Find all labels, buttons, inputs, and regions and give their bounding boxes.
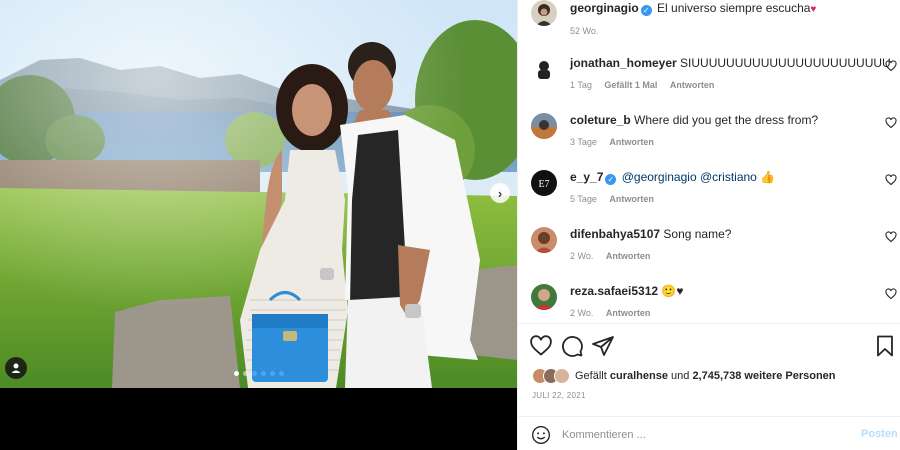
caption-timestamp[interactable]: 52 Wo. [570,26,598,36]
thumbs-up-icon: 👍 [760,170,776,184]
caption-text: georginagio ✓ El universo siempre escucha… [570,1,880,17]
comment-like-heart-icon[interactable] [885,288,897,300]
reply-button[interactable]: Antworten [606,251,651,261]
reply-button[interactable]: Antworten [609,194,654,204]
comment-timestamp[interactable]: 1 Tag [570,80,592,90]
comment-username[interactable]: jonathan_homeyer [570,56,677,70]
caption-body: El universo siempre escucha [657,1,811,15]
post-action-bar [518,323,900,367]
comments-panel: georginagio ✓ El universo siempre escucha… [517,0,900,450]
reply-button[interactable]: Antworten [670,80,715,90]
heart-icon[interactable] [529,334,553,358]
commenter-avatar[interactable] [531,56,557,82]
comment-like-heart-icon[interactable] [885,60,897,72]
comment-username[interactable]: difenbahya5107 [570,227,660,241]
commenter-avatar[interactable]: E7 [531,170,557,196]
commenter-avatar[interactable] [531,284,557,310]
heart-emoji-icon: ♥ [810,4,817,15]
comment-likes-count[interactable]: Gefällt 1 Mal [604,80,657,90]
liked-by-username[interactable]: curalhense [610,370,668,382]
likes-summary: Gefällt curalhense und 2,745,738 weitere… [532,367,836,385]
comment-composer: Posten [518,416,900,450]
comment-text: Song name? [663,227,732,241]
comment-username[interactable]: e_y_7 [570,170,603,184]
svg-text:E7: E7 [538,179,549,190]
comment-like-heart-icon[interactable] [885,174,897,186]
carousel-dot [252,371,257,376]
comment-input[interactable] [562,425,842,445]
carousel-dot [270,371,275,376]
media-letterbox [0,388,517,450]
liker-avatar[interactable] [554,368,570,384]
comment-username[interactable]: reza.safaei5312 [570,284,658,298]
comment-text: Where did you get the dress from? [634,113,819,127]
post-photo[interactable]: › [0,0,517,388]
comment-icon[interactable] [560,334,584,358]
photo-scene [0,0,517,388]
mention-link[interactable]: @cristiano [700,170,757,184]
likes-others-count[interactable]: 2,745,738 weitere Personen [692,370,835,382]
reply-button[interactable]: Antworten [609,137,654,147]
author-username[interactable]: georginagio [570,1,639,15]
send-icon[interactable] [591,334,615,358]
reply-button[interactable]: Antworten [606,308,651,318]
chevron-right-icon: › [497,185,503,201]
verified-icon: ✓ [640,5,652,16]
tagged-users-button[interactable] [5,357,27,379]
comment-text: SIUUUUUUUUUUUUUUUUUUUUUUU [680,56,891,70]
comment-username[interactable]: coleture_b [570,113,631,127]
post-media: › [0,0,517,450]
commenter-avatar[interactable] [531,227,557,253]
post-date[interactable]: JULI 22, 2021 [532,391,586,400]
carousel-next-button[interactable]: › [490,183,510,203]
comment-timestamp[interactable]: 3 Tage [570,137,597,147]
carousel-dot [279,371,284,376]
comment-timestamp[interactable]: 2 Wo. [570,308,593,318]
comment-like-heart-icon[interactable] [885,231,897,243]
author-avatar[interactable] [531,0,557,26]
mention-link[interactable]: @georginagio [622,170,697,184]
comment-timestamp[interactable]: 5 Tage [570,194,597,204]
carousel-dot [243,371,248,376]
smiley-icon[interactable] [531,425,551,445]
carousel-indicator [234,371,284,376]
caption-meta: 52 Wo. [570,26,880,36]
comment-text: 🙂♥ [661,284,684,298]
user-tag-icon [11,363,21,373]
commenter-avatar[interactable] [531,113,557,139]
carousel-dot [234,371,239,376]
carousel-dot [261,371,266,376]
likes-prefix: Gefällt [575,370,607,382]
bookmark-icon[interactable] [873,334,897,358]
verified-icon: ✓ [605,174,617,185]
comment-timestamp[interactable]: 2 Wo. [570,251,593,261]
likes-connector: und [671,370,690,382]
comment-like-heart-icon[interactable] [885,117,897,129]
post-comment-button[interactable]: Posten [861,428,898,440]
